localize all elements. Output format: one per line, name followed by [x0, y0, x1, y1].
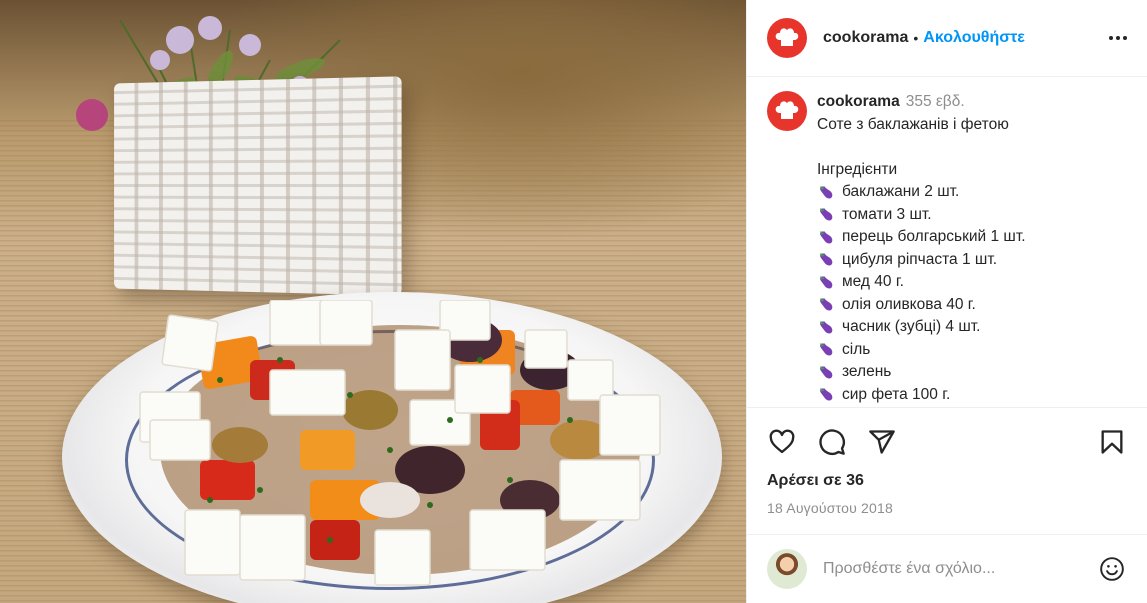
white-basket	[114, 76, 402, 296]
time-ago[interactable]: 355 εβδ.	[906, 93, 965, 110]
eggplant-icon	[820, 365, 833, 379]
emoji-smile-icon[interactable]	[1097, 554, 1127, 584]
post-side-panel: cookorama • Ακολουθήστε cookorama 355 εβδ…	[746, 0, 1147, 603]
ingredient-text: баклажани 2 шт.	[842, 183, 960, 200]
likes-count[interactable]: Αρέσει σε 36	[767, 472, 1127, 490]
eggplant-icon	[820, 185, 833, 199]
ingredient-text: зелень	[842, 363, 892, 380]
eggplant-icon	[820, 230, 833, 244]
eggplant-icon	[820, 207, 833, 221]
more-dots-icon[interactable]	[1109, 36, 1127, 40]
comment-bar	[747, 534, 1147, 603]
caption-avatar[interactable]	[767, 91, 807, 131]
ingredient-item: зелень	[817, 361, 1026, 384]
eggplant-icon	[820, 320, 833, 334]
caption-username[interactable]: cookorama	[817, 93, 900, 110]
ingredient-text: сіль	[842, 340, 871, 358]
ingredients-heading: Інгредієнти	[817, 160, 898, 178]
ingredient-text: часник (зубці) 4 шт.	[842, 318, 981, 335]
ingredient-item: цибуля ріпчаста 1 шт.	[817, 249, 1026, 272]
ingredient-text: сир фета 100 г.	[842, 385, 951, 403]
caption-area[interactable]: cookorama 355 εβδ. Соте з баклажанів і фе…	[747, 77, 1147, 407]
header-username[interactable]: cookorama	[823, 29, 908, 47]
ingredient-item: олія оливкова 40 г.	[817, 294, 1026, 317]
post-header: cookorama • Ακολουθήστε	[747, 0, 1147, 77]
bookmark-icon[interactable]	[1097, 427, 1127, 457]
caption-row: cookorama 355 εβδ. Соте з баклажанів і фе…	[767, 91, 1127, 406]
chef-hat-icon	[775, 28, 799, 46]
post-photo[interactable]	[0, 0, 746, 603]
ingredient-text: томати 3 шт.	[842, 205, 932, 223]
caption-body: cookorama 355 εβδ. Соте з баклажанів і фе…	[817, 91, 1026, 406]
profile-avatar[interactable]	[767, 18, 807, 58]
comment-bubble-icon[interactable]	[817, 427, 847, 457]
ingredient-text: олія оливкова 40 г.	[842, 295, 976, 313]
ingredient-item: перець болгарський 1 шт.	[817, 226, 1026, 249]
ingredient-item: сіль	[817, 339, 1026, 362]
caption-head: cookorama 355 εβδ.	[817, 91, 1026, 114]
ingredient-item: сир фета 100 г.	[817, 384, 1026, 407]
eggplant-icon	[820, 342, 833, 356]
user-avatar[interactable]	[767, 549, 807, 589]
ingredient-item: томати 3 шт.	[817, 204, 1026, 227]
ingredient-text: мед 40 г.	[842, 273, 904, 290]
salad	[139, 300, 661, 586]
eggplant-icon	[820, 387, 833, 401]
ingredient-text: цибуля ріпчаста 1 шт.	[842, 250, 998, 268]
comment-input[interactable]	[823, 560, 1097, 578]
eggplant-icon	[820, 252, 833, 266]
eggplant-icon	[820, 275, 833, 289]
heart-icon[interactable]	[767, 427, 797, 457]
ingredients-list: баклажани 2 шт. томати 3 шт. перець болгар…	[817, 181, 1026, 406]
action-icons	[767, 408, 1127, 476]
ingredient-item: баклажани 2 шт.	[817, 181, 1026, 204]
separator-dot: •	[913, 30, 919, 46]
post-date[interactable]: 18 Αυγούστου 2018	[767, 500, 1127, 516]
paper-plane-icon[interactable]	[867, 427, 897, 457]
ingredient-text: перець болгарський 1 шт.	[842, 228, 1026, 245]
eggplant-icon	[820, 297, 833, 311]
ingredient-item: мед 40 г.	[817, 271, 1026, 294]
ingredient-item: часник (зубці) 4 шт.	[817, 316, 1026, 339]
follow-button[interactable]: Ακολουθήστε	[923, 29, 1025, 47]
chef-hat-icon	[775, 101, 799, 119]
caption-title: Соте з баклажанів і фетою	[817, 115, 1009, 133]
